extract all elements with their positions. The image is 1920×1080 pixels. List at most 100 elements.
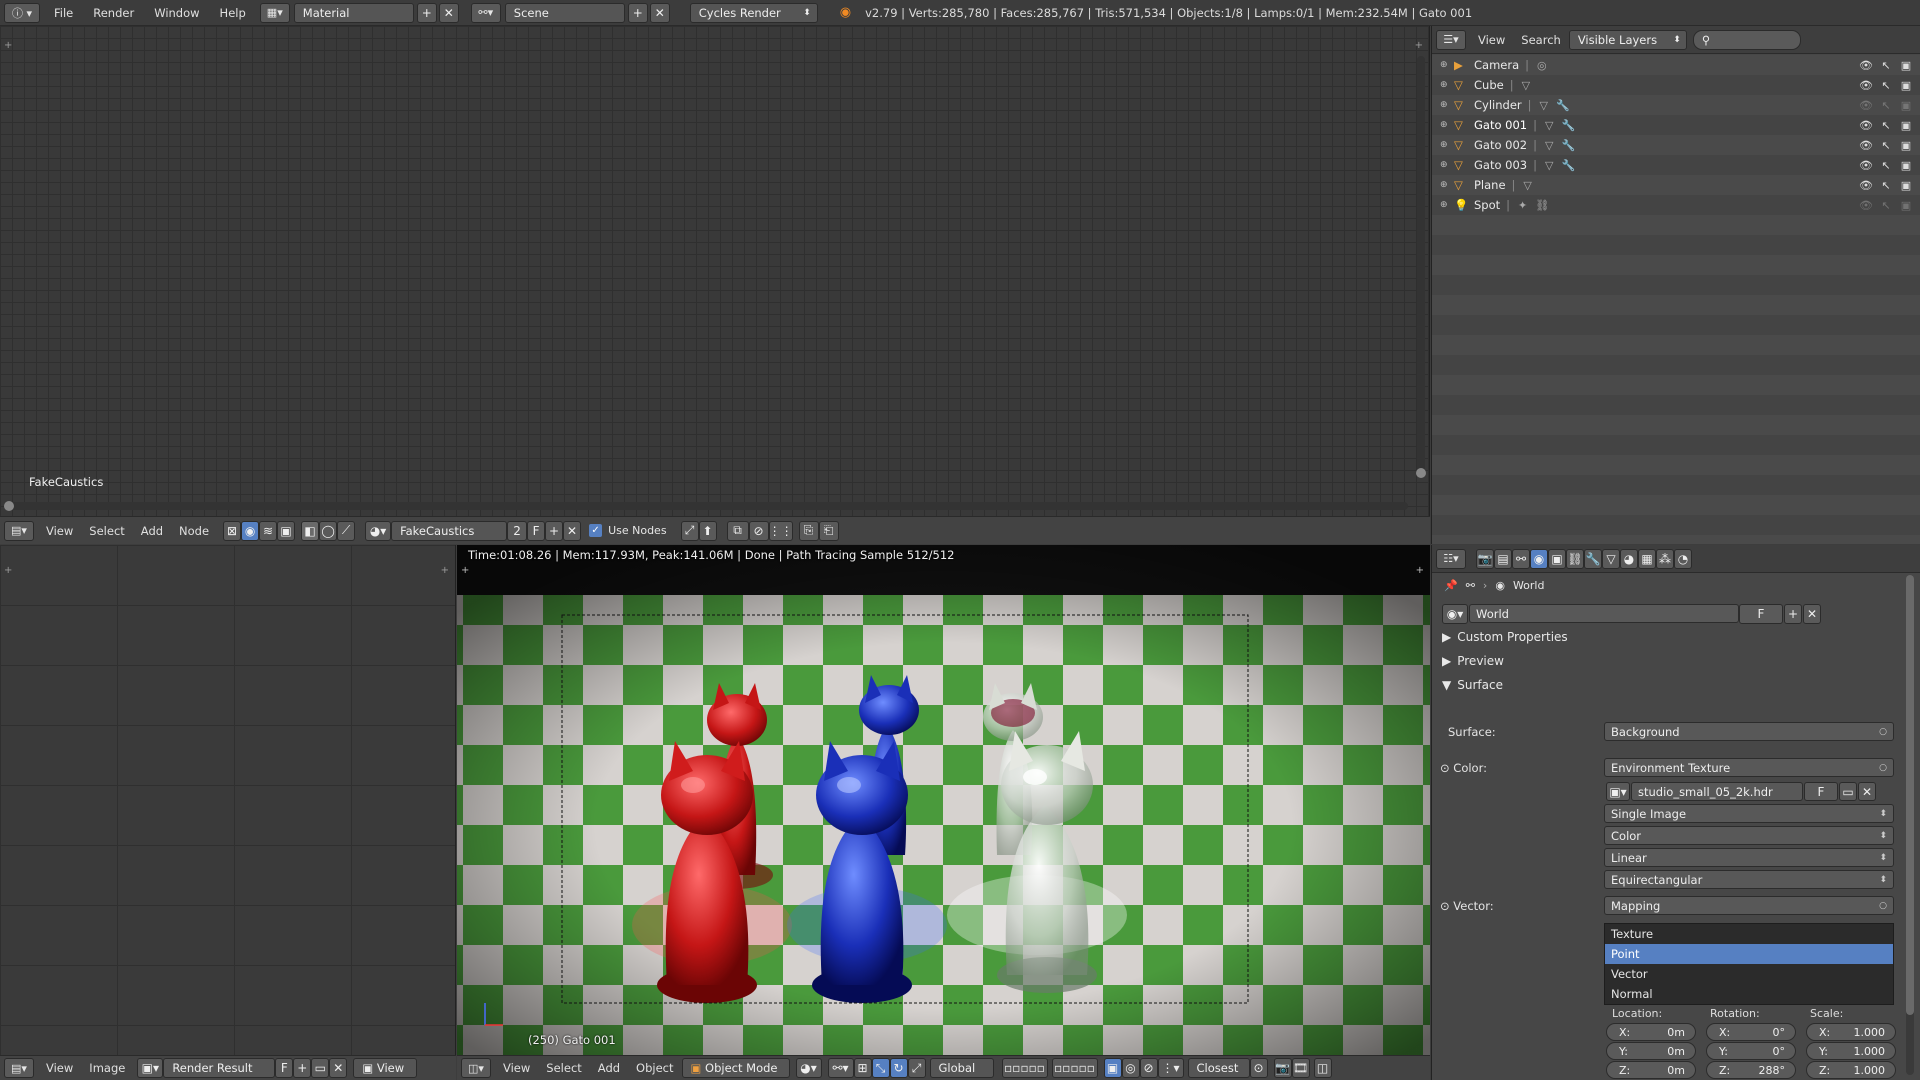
unlink-world-button[interactable]: ✕ [1803,604,1821,624]
outliner-row-camera[interactable]: ⊕ ▶ Camera | ◎ 👁 ↖ ▣ [1432,55,1920,75]
outliner-row-cube[interactable]: ⊕ ▽ Cube | ▽ 👁 ↖ ▣ [1432,75,1920,95]
rotation-y-field[interactable]: Y: 0° [1706,1042,1796,1060]
eye-icon[interactable]: 👁 [1859,199,1873,212]
outliner-row-gato-001[interactable]: ⊕ ▽ Gato 001 | ▽ 🔧 👁 ↖ ▣ [1432,115,1920,135]
lock-camera-layers-icon[interactable]: ▣ [1103,1058,1122,1078]
checkbox-checked-icon[interactable]: ✓ [589,524,603,537]
menu-view[interactable]: View [38,521,81,541]
node-tree-parent-icon[interactable]: ⤢ [680,520,699,541]
scene-field[interactable]: Scene [504,2,625,23]
expand-arrow-icon[interactable]: ⊕ [1440,160,1450,170]
image-browse-button[interactable]: ▣▾ [1606,782,1630,801]
render-icon[interactable]: ▣ [1899,139,1913,152]
scene-button[interactable]: ⚯▾ [470,2,501,23]
color-space-select[interactable]: Color ⬍ [1604,826,1894,845]
menu-select[interactable]: Select [81,521,132,541]
modifiers-tab-icon[interactable]: 🔧 [1584,548,1602,569]
color-input-select[interactable]: Environment Texture ○ [1604,758,1894,777]
outliner-search-input[interactable]: ⚲ [1692,29,1801,50]
projection-select[interactable]: Equirectangular ⬍ [1604,870,1894,889]
outliner-item-label[interactable]: Plane [1474,178,1506,192]
rotation-x-field[interactable]: X: 0° [1706,1023,1796,1041]
menu-add[interactable]: Add [133,521,171,541]
image-source-select[interactable]: Single Image ⬍ [1604,804,1894,823]
menu-select[interactable]: Select [538,1058,589,1078]
unlink-image-button[interactable]: ✕ [1858,782,1876,801]
location-y-field[interactable]: Y: 0m [1606,1042,1696,1060]
plus-toggle-icon[interactable]: + [441,565,449,576]
world-browse-button[interactable]: ◉▾ [1442,604,1468,624]
cursor-icon[interactable]: ↖ [1879,99,1893,112]
image-fake-user-button[interactable]: F [1804,782,1838,801]
expand-arrow-icon[interactable]: ⊕ [1440,200,1450,210]
scene-layers-2-icon[interactable]: ▫▫▫▫▫ [1051,1058,1098,1078]
editor-type-button[interactable]: ▤▾ [4,520,34,541]
texture-tree-icon[interactable]: ≋ [259,520,278,541]
preview-panel[interactable]: ▶ Preview [1442,654,1504,668]
snap-toggle-icon[interactable]: ⧉ [726,520,749,541]
world-shader-icon[interactable]: ◯ [319,520,338,541]
copy-nodes-icon[interactable]: ⎘ [798,520,819,541]
editor-type-button[interactable]: ☷▾ [1436,548,1466,569]
socket-icon[interactable]: ⊙ [1440,761,1450,775]
mapping-type-normal[interactable]: Normal [1605,984,1893,1004]
plus-toggle-icon[interactable]: + [4,40,12,51]
horizontal-scrollbar[interactable] [4,501,1408,511]
menu-object[interactable]: Object [628,1058,681,1078]
fake-user-button[interactable]: F [1739,604,1783,624]
compositing-tree-icon[interactable]: ▣ [277,520,296,541]
menu-view[interactable]: View [1470,30,1513,50]
location-x-field[interactable]: X: 0m [1606,1023,1696,1041]
plus-toggle-icon[interactable]: + [461,565,469,576]
socket-icon[interactable]: ⊙ [1440,899,1450,913]
cursor-icon[interactable]: ↖ [1879,139,1893,152]
scene-layers-1-icon[interactable]: ▫▫▫▫▫ [1001,1058,1048,1078]
eye-icon[interactable]: 👁 [1859,99,1873,112]
outliner-row-cylinder[interactable]: ⊕ ▽ Cylinder | ▽ 🔧 👁 ↖ ▣ [1432,95,1920,115]
material-name-field[interactable]: FakeCaustics [391,520,508,541]
outliner-item-label[interactable]: Camera [1474,58,1519,72]
new-world-button[interactable]: + [1784,604,1802,624]
area-split-icon[interactable]: ◫ [1313,1058,1332,1078]
scale-x-field[interactable]: X: 1.000 [1806,1023,1896,1041]
shader-type-object-icon[interactable]: ◉ [241,520,260,541]
outliner-item-label[interactable]: Gato 001 [1474,118,1527,132]
scrollbar-handle[interactable] [4,501,14,511]
eye-icon[interactable]: 👁 [1859,159,1873,172]
remove-scene-button[interactable]: ✕ [649,2,670,23]
render-animation-icon[interactable]: 🎞 [1291,1058,1310,1078]
fake-user-button[interactable]: F [275,1058,294,1078]
render-icon[interactable]: ▣ [1899,199,1913,212]
expand-arrow-icon[interactable]: ⊕ [1440,60,1450,70]
menu-node[interactable]: Node [171,521,217,541]
cursor-icon[interactable]: ↖ [1879,59,1893,72]
eye-icon[interactable]: 👁 [1859,79,1873,92]
linestyle-shader-icon[interactable]: ⟋ [337,520,356,541]
pin-icon[interactable]: 📌 [1444,579,1458,592]
cursor-icon[interactable]: ↖ [1879,159,1893,172]
image-browse-button[interactable]: ▣▾ [137,1058,164,1078]
unlink-image-button[interactable]: ✕ [329,1058,348,1078]
outliner-row-plane[interactable]: ⊕ ▽ Plane | ▽ 👁 ↖ ▣ [1432,175,1920,195]
image-name-field[interactable]: Render Result [163,1058,276,1078]
render-icon[interactable]: ▣ [1899,119,1913,132]
menu-view[interactable]: View [38,1058,81,1078]
image-editor-canvas[interactable]: + + [0,545,456,1055]
material-browse-button[interactable]: ◕▾ [365,520,392,541]
snap-element-icon[interactable]: ⋮⋮ [768,520,793,541]
eye-icon[interactable]: 👁 [1859,139,1873,152]
render-layers-tab-icon[interactable]: ▤ [1494,548,1512,569]
cursor-icon[interactable]: ↖ [1879,119,1893,132]
scale-y-field[interactable]: Y: 1.000 [1806,1042,1896,1060]
scale-z-field[interactable]: Z: 1.000 [1806,1061,1896,1079]
expand-arrow-icon[interactable]: ⊕ [1440,80,1450,90]
menu-add[interactable]: Add [590,1058,628,1078]
plus-toggle-icon[interactable]: + [4,565,12,576]
data-tab-icon[interactable]: ▽ [1602,548,1620,569]
scrollbar-handle[interactable] [1906,575,1914,1015]
expand-arrow-icon[interactable]: ⊕ [1440,180,1450,190]
menu-help[interactable]: Help [210,6,256,20]
display-mode-select[interactable]: Visible Layers ⬍ [1568,29,1687,50]
physics-tab-icon[interactable]: ◔ [1674,548,1692,569]
open-image-button[interactable]: ▭ [1839,782,1857,801]
